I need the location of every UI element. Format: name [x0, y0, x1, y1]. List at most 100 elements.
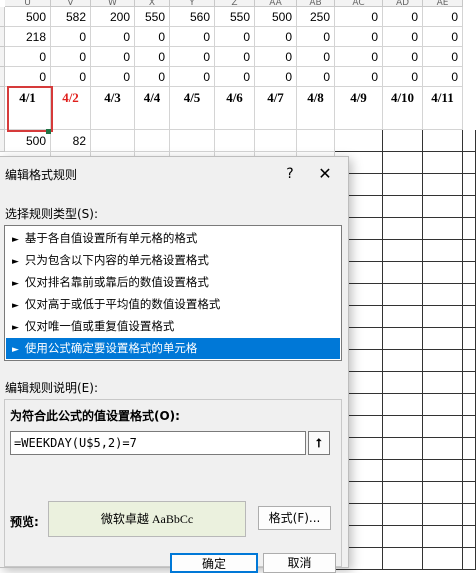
sheet-cell[interactable]: 0	[51, 27, 91, 47]
sheet-cell[interactable]	[463, 174, 476, 196]
sheet-cell[interactable]	[383, 152, 423, 174]
sheet-cell[interactable]	[335, 130, 383, 152]
sheet-cell[interactable]	[463, 328, 476, 350]
sheet-cell[interactable]	[423, 130, 463, 152]
column-header[interactable]: AA	[255, 0, 297, 7]
date-header-cell[interactable]: 4/5	[170, 87, 215, 130]
sheet-cell[interactable]: 0	[383, 27, 423, 47]
formula-input[interactable]: =WEEKDAY(U$5,2)=7	[10, 431, 306, 455]
sheet-cell[interactable]: 0	[215, 47, 255, 67]
sheet-cell[interactable]	[383, 394, 423, 416]
sheet-cell[interactable]	[463, 306, 476, 328]
sheet-cell[interactable]: 0	[335, 7, 383, 27]
column-header[interactable]: AE	[423, 0, 463, 7]
sheet-cell[interactable]	[463, 416, 476, 438]
ok-button[interactable]: 确定	[170, 553, 258, 573]
sheet-cell[interactable]: 0	[170, 67, 215, 87]
sheet-cell[interactable]	[463, 218, 476, 240]
rule-type-item[interactable]: ► 仅对排名靠前或靠后的数值设置格式	[6, 272, 340, 293]
sheet-cell[interactable]	[463, 460, 476, 482]
column-header[interactable]: AB	[297, 0, 335, 7]
sheet-cell[interactable]: 0	[423, 67, 463, 87]
sheet-cell[interactable]	[423, 328, 463, 350]
row-header[interactable]	[0, 47, 5, 67]
sheet-cell[interactable]	[423, 284, 463, 306]
column-header[interactable]: AD	[383, 0, 423, 7]
date-header-cell[interactable]: 4/2	[51, 87, 91, 130]
column-header[interactable]: Z	[215, 0, 255, 7]
date-header-cell[interactable]: 4/9	[335, 87, 383, 130]
dialog-titlebar[interactable]: 编辑格式规则 ? ✕	[0, 157, 348, 191]
sheet-cell[interactable]	[423, 460, 463, 482]
sheet-cell[interactable]	[170, 130, 215, 152]
row-header[interactable]	[0, 7, 5, 27]
column-header[interactable]: Y	[170, 0, 215, 7]
date-header-cell[interactable]: 4/4	[135, 87, 170, 130]
sheet-cell[interactable]	[423, 350, 463, 372]
sheet-cell[interactable]: 0	[423, 7, 463, 27]
rule-type-item[interactable]: ► 仅对高于或低于平均值的数值设置格式	[6, 294, 340, 315]
date-header-cell[interactable]: 4/6	[215, 87, 255, 130]
sheet-cell[interactable]: 0	[91, 27, 135, 47]
sheet-cell[interactable]	[383, 504, 423, 526]
sheet-cell[interactable]	[463, 284, 476, 306]
sheet-cell[interactable]	[383, 218, 423, 240]
sheet-cell[interactable]	[463, 504, 476, 526]
sheet-cell[interactable]: 560	[170, 7, 215, 27]
date-header-cell[interactable]: 4/8	[297, 87, 335, 130]
sheet-cell[interactable]	[383, 372, 423, 394]
sheet-cell[interactable]: 0	[215, 27, 255, 47]
sheet-cell[interactable]: 200	[91, 7, 135, 27]
sheet-cell[interactable]: 0	[335, 27, 383, 47]
sheet-cell[interactable]: 550	[215, 7, 255, 27]
sheet-cell[interactable]	[423, 262, 463, 284]
sheet-cell[interactable]	[463, 438, 476, 460]
sheet-cell[interactable]	[423, 240, 463, 262]
rule-type-item[interactable]: ► 仅对唯一值或重复值设置格式	[6, 316, 340, 337]
sheet-cell[interactable]: 0	[255, 47, 297, 67]
sheet-cell[interactable]: 0	[91, 67, 135, 87]
sheet-cell[interactable]	[423, 504, 463, 526]
close-button[interactable]: ✕	[311, 163, 339, 185]
sheet-cell[interactable]: 0	[335, 47, 383, 67]
date-header-cell[interactable]: 4/10	[383, 87, 423, 130]
row-header[interactable]	[0, 67, 5, 87]
sheet-cell[interactable]: 0	[335, 67, 383, 87]
sheet-cell[interactable]	[463, 548, 476, 570]
sheet-cell[interactable]	[423, 482, 463, 504]
sheet-cell[interactable]: 82	[51, 130, 91, 152]
sheet-cell[interactable]: 0	[297, 27, 335, 47]
sheet-cell[interactable]: 0	[170, 27, 215, 47]
rule-type-list[interactable]: ► 基于各自值设置所有单元格的格式 ► 只为包含以下内容的单元格设置格式 ► 仅对排名靠前…	[4, 225, 342, 361]
sheet-cell[interactable]	[383, 306, 423, 328]
sheet-cell[interactable]	[383, 328, 423, 350]
sheet-cell[interactable]: 500	[5, 130, 51, 152]
sheet-cell[interactable]	[423, 438, 463, 460]
column-header[interactable]: U	[5, 0, 51, 7]
sheet-cell[interactable]	[135, 130, 170, 152]
fill-handle[interactable]	[46, 129, 51, 134]
sheet-cell[interactable]: 250	[297, 7, 335, 27]
sheet-cell[interactable]	[463, 262, 476, 284]
row-header[interactable]	[0, 87, 5, 130]
sheet-cell[interactable]	[383, 284, 423, 306]
sheet-cell[interactable]: 0	[91, 47, 135, 67]
sheet-cell[interactable]: 582	[51, 7, 91, 27]
sheet-cell[interactable]: 218	[5, 27, 51, 47]
sheet-cell[interactable]	[463, 152, 476, 174]
cancel-button[interactable]: 取消	[263, 553, 336, 573]
date-header-cell[interactable]: 4/11	[423, 87, 463, 130]
sheet-cell[interactable]: 0	[170, 47, 215, 67]
sheet-cell[interactable]: 550	[135, 7, 170, 27]
sheet-cell[interactable]	[383, 196, 423, 218]
date-header-cell[interactable]: 4/3	[91, 87, 135, 130]
sheet-cell[interactable]: 0	[383, 47, 423, 67]
sheet-cell[interactable]: 0	[383, 7, 423, 27]
sheet-cell[interactable]: 0	[5, 47, 51, 67]
sheet-cell[interactable]	[423, 548, 463, 570]
sheet-cell[interactable]	[383, 262, 423, 284]
sheet-cell[interactable]	[463, 350, 476, 372]
sheet-cell[interactable]	[383, 240, 423, 262]
sheet-cell[interactable]: 0	[51, 67, 91, 87]
sheet-cell[interactable]: 0	[423, 27, 463, 47]
